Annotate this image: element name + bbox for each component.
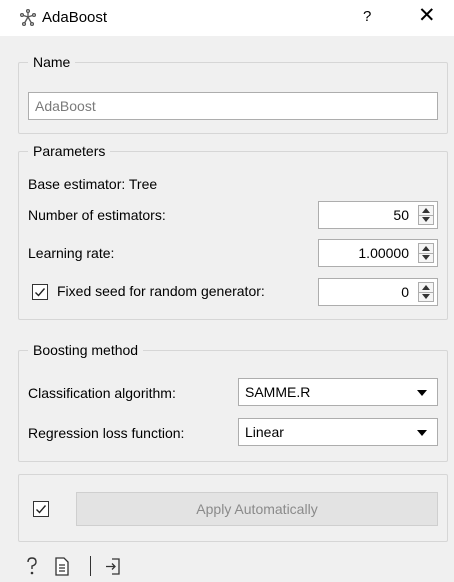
classification-algorithm-select[interactable]: SAMME.R	[238, 378, 438, 406]
n-estimators-spinbox[interactable]: 50	[318, 201, 438, 229]
checkmark-icon	[35, 288, 46, 297]
statusbar-divider	[90, 556, 91, 576]
n-estimators-value: 50	[393, 207, 409, 223]
fixed-seed-value: 0	[401, 284, 409, 300]
apply-automatically-checkbox[interactable]	[33, 501, 49, 517]
regression-loss-select[interactable]: Linear	[238, 418, 438, 446]
fixed-seed-spinbox[interactable]: 0	[318, 278, 438, 306]
apply-automatically-button[interactable]: Apply Automatically	[76, 492, 438, 526]
classification-algorithm-label: Classification algorithm:	[28, 385, 176, 401]
close-button[interactable]: ✕	[418, 5, 436, 27]
dropdown-arrow-icon	[417, 390, 427, 396]
window-title: AdaBoost	[42, 9, 108, 26]
classification-algorithm-value: SAMME.R	[245, 384, 311, 400]
output-icon[interactable]	[104, 557, 122, 576]
name-group-legend: Name	[33, 54, 71, 70]
adaboost-app-icon	[19, 8, 37, 27]
help-button[interactable]: ?	[363, 8, 371, 25]
fixed-seed-checkbox[interactable]	[32, 284, 48, 300]
regression-loss-value: Linear	[245, 424, 284, 440]
n-estimators-stepper[interactable]	[418, 205, 434, 225]
name-input[interactable]: AdaBoost	[28, 92, 438, 120]
checkmark-icon	[36, 505, 47, 514]
n-estimators-label: Number of estimators:	[28, 207, 166, 223]
fixed-seed-label[interactable]: Fixed seed for random generator:	[57, 283, 265, 299]
fixed-seed-stepper[interactable]	[418, 282, 434, 302]
help-icon[interactable]	[24, 556, 40, 576]
report-icon[interactable]	[54, 557, 70, 576]
learning-rate-value: 1.00000	[358, 245, 409, 261]
learning-rate-stepper[interactable]	[418, 243, 434, 263]
base-estimator-label: Base estimator: Tree	[28, 176, 158, 192]
learning-rate-label: Learning rate:	[28, 245, 115, 261]
dropdown-arrow-icon	[417, 430, 427, 436]
learning-rate-spinbox[interactable]: 1.00000	[318, 239, 438, 267]
parameters-group-legend: Parameters	[33, 143, 106, 159]
regression-loss-label: Regression loss function:	[28, 425, 185, 441]
title-bar: AdaBoost ? ✕	[0, 0, 454, 36]
boosting-method-legend: Boosting method	[33, 342, 139, 358]
